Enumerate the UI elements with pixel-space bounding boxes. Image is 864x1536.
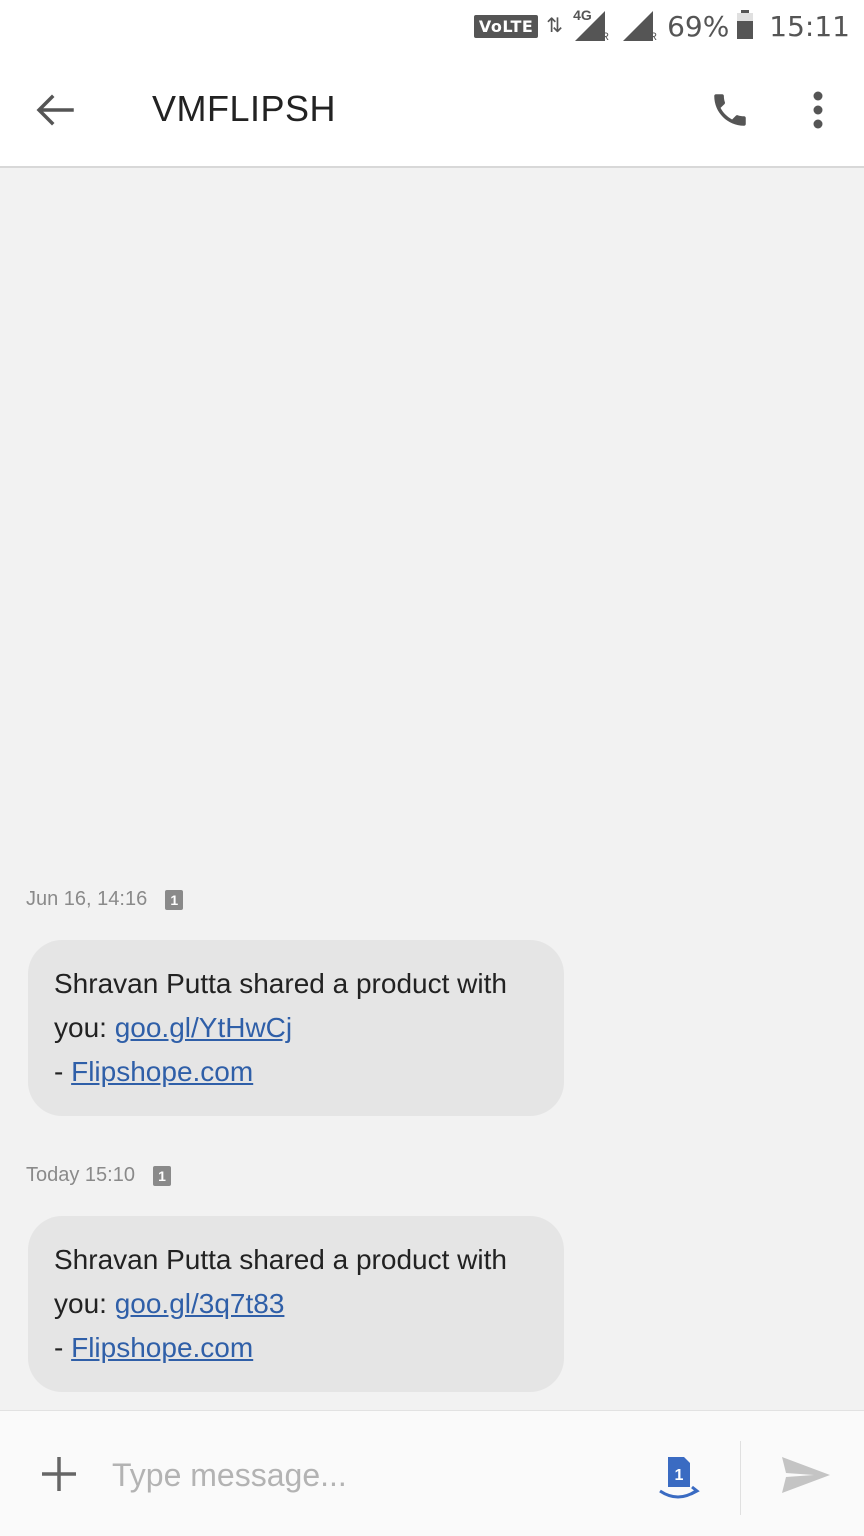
battery-icon	[737, 10, 754, 39]
message-prefix: you:	[54, 1012, 115, 1043]
site-link[interactable]: Flipshope.com	[71, 1056, 253, 1087]
volte-indicator: VoLTE	[473, 14, 539, 38]
message-text-line: Shravan Putta shared a product with	[54, 1244, 507, 1275]
message-text-line: you: goo.gl/3q7t83	[54, 1282, 538, 1326]
message-timestamp: Jun 16, 14:16 1	[26, 888, 184, 911]
sim-card-icon: 1	[165, 889, 184, 910]
messaging-screen: VoLTE ⇅ 4G R R 69% 15:11 VMFLIPSH Jun 16…	[0, 0, 864, 1536]
compose-bar: 1	[0, 1410, 864, 1536]
message-text-line: you: goo.gl/YtHwCj	[54, 1006, 538, 1050]
conversation-toolbar: VMFLIPSH	[0, 52, 864, 168]
roaming-label: R	[601, 31, 610, 43]
sim-number: 1	[675, 1467, 684, 1484]
call-button[interactable]	[702, 82, 758, 138]
message-dash: -	[54, 1056, 72, 1087]
battery-fill	[737, 21, 754, 39]
timestamp-text: Today 15:10	[26, 1164, 135, 1186]
message-input[interactable]	[112, 1451, 632, 1499]
site-link[interactable]: Flipshope.com	[71, 1332, 253, 1363]
timestamp-text: Jun 16, 14:16	[26, 888, 148, 910]
message-bubble[interactable]: Shravan Putta shared a product with you:…	[28, 1216, 564, 1392]
message-prefix: you:	[54, 1288, 115, 1319]
message-text-line: Shravan Putta shared a product with	[54, 968, 507, 999]
more-options-button[interactable]	[794, 82, 842, 138]
message-dash: -	[54, 1332, 72, 1363]
conversation-title: VMFLIPSH	[152, 88, 337, 129]
more-vert-icon	[813, 91, 823, 129]
message-timestamp: Today 15:10 1	[26, 1164, 171, 1187]
network-4g-signal-icon: 4G R	[571, 7, 611, 43]
sim-selector-button[interactable]: 1	[656, 1453, 700, 1503]
message-text-line: - Flipshope.com	[54, 1326, 538, 1370]
send-icon	[782, 1457, 830, 1493]
arrow-back-icon	[36, 94, 74, 126]
message-bubble[interactable]: Shravan Putta shared a product with you:…	[28, 940, 564, 1116]
message-text-line: - Flipshope.com	[54, 1050, 538, 1094]
status-clock: 15:11	[769, 9, 850, 43]
back-button[interactable]	[30, 85, 80, 135]
signal-strength-icon: R	[619, 9, 659, 43]
compose-divider	[740, 1441, 741, 1515]
sim-card-icon: 1	[152, 1165, 171, 1186]
phone-icon	[714, 94, 746, 126]
message-link[interactable]: goo.gl/3q7t83	[115, 1288, 285, 1319]
send-button[interactable]	[780, 1455, 832, 1495]
roaming-label-2: R	[649, 31, 658, 43]
message-link[interactable]: goo.gl/YtHwCj	[115, 1012, 292, 1043]
plus-icon	[42, 1457, 76, 1491]
data-activity-icon: ⇅	[546, 15, 564, 37]
sim-switch-icon: 1	[659, 1457, 700, 1499]
battery-percent: 69%	[667, 9, 730, 43]
status-bar: VoLTE ⇅ 4G R R 69% 15:11	[0, 0, 864, 52]
attach-button[interactable]	[38, 1453, 80, 1495]
network-type-label: 4G	[573, 7, 592, 23]
